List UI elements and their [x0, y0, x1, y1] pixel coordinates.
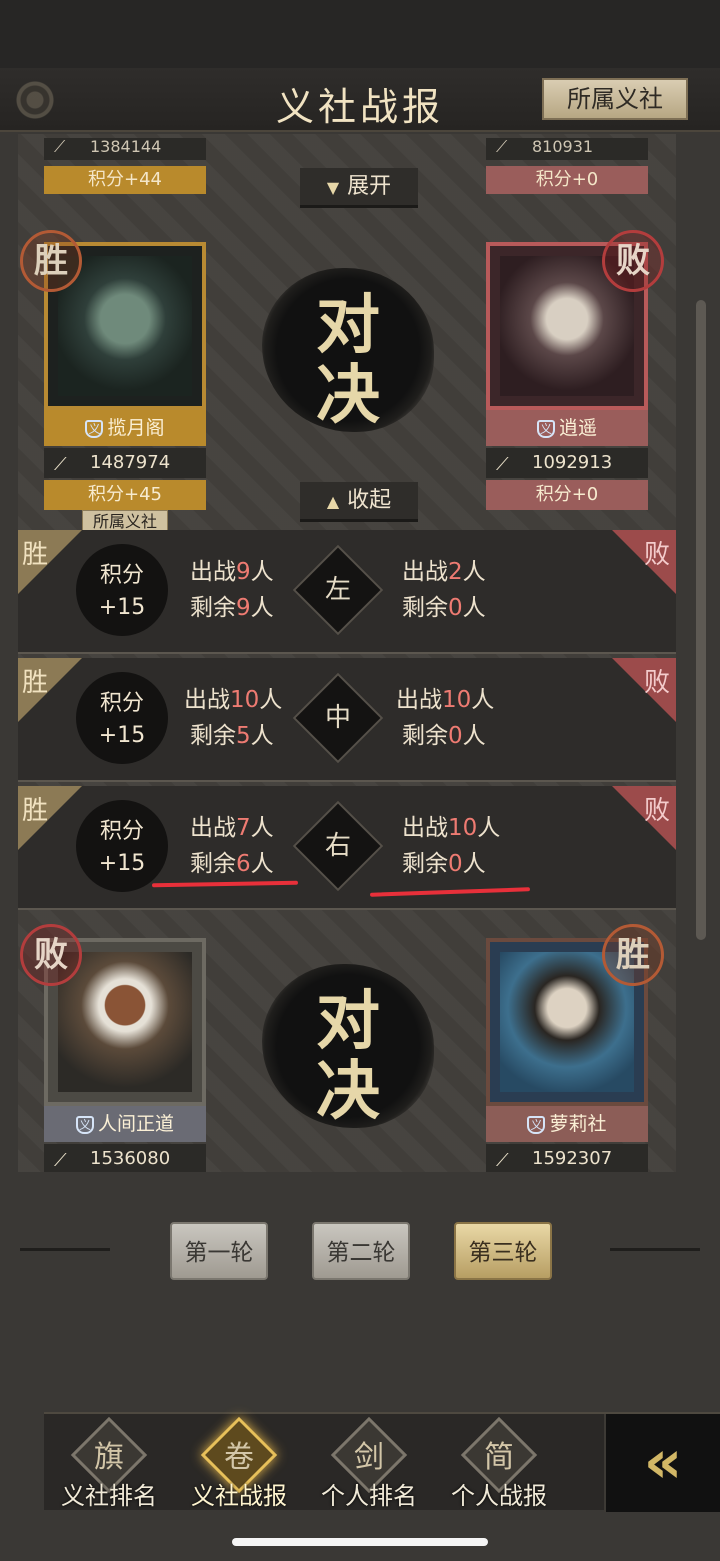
- lane-marker: 左: [292, 544, 384, 636]
- crossed-swords-icon: 剑: [354, 1440, 384, 1475]
- status-bar: [0, 0, 720, 68]
- nav-personal-ranking[interactable]: 剑 个人排名: [304, 1414, 434, 1512]
- battle-report-list[interactable]: ⟋ 1384144 积分+44 ⟋ 810931 积分+0 ▼ 展开 义揽月阁 ⟋ 14…: [18, 134, 676, 1172]
- bottom-navigation: 旗 义社排名 卷 义社战报 剑 个人排名 简 个人战报 «: [44, 1412, 720, 1512]
- lane-result-left: 胜 败 积分 +15 出战9人 剩余9人 左 出战2人 剩余0人: [18, 530, 676, 654]
- prev-left-score: 积分+44: [44, 166, 206, 194]
- left-side-stats: 出战7人 剩余6人: [190, 815, 274, 877]
- double-chevron-left-icon: «: [643, 1427, 683, 1497]
- nav-personal-report[interactable]: 简 个人战报: [434, 1414, 564, 1512]
- lose-stamp: 败: [20, 924, 82, 986]
- right-side-stats: 出战10人 剩余0人: [402, 815, 501, 877]
- guild-power: 1487974: [90, 452, 171, 473]
- nav-guild-report[interactable]: 卷 义社战报: [174, 1414, 304, 1512]
- lane-marker: 中: [292, 672, 384, 764]
- win-stamp: 胜: [602, 924, 664, 986]
- guild-name: 人间正道: [97, 1113, 174, 1135]
- prev-left-power: ⟋ 1384144: [44, 138, 206, 160]
- sword-icon: ⟋: [496, 454, 509, 475]
- prev-right-power: ⟋ 810931: [486, 138, 648, 160]
- guild-name: 逍遥: [558, 417, 597, 439]
- guild-score: 积分+0: [486, 480, 648, 510]
- divider: [20, 1248, 110, 1251]
- sword-icon: ⟋: [54, 137, 66, 156]
- win-stamp: 胜: [20, 230, 82, 292]
- guild-name: 揽月阁: [107, 417, 165, 439]
- score-badge: 积分 +15: [76, 800, 168, 892]
- round-2-button[interactable]: 第二轮: [312, 1222, 410, 1280]
- lane-result-middle: 胜 败 积分 +15 出战10人 剩余5人 中 出战10人 剩余0人: [18, 658, 676, 782]
- lane-marker: 右: [292, 800, 384, 892]
- expand-toggle[interactable]: ▼ 展开: [300, 168, 418, 208]
- scroll-icon: 卷: [224, 1440, 254, 1475]
- bamboo-scroll-icon: 简: [484, 1440, 514, 1475]
- nav-guild-ranking[interactable]: 旗 义社排名: [44, 1414, 174, 1512]
- prev-right-score: 积分+0: [486, 166, 648, 194]
- left-side-stats: 出战9人 剩余9人: [190, 559, 274, 621]
- lose-stamp: 败: [602, 230, 664, 292]
- versus-emblem: 对 决: [262, 956, 434, 1136]
- score-badge: 积分 +15: [76, 672, 168, 764]
- header: 义社战报 所属义社: [0, 68, 720, 132]
- collapse-menu-button[interactable]: «: [604, 1414, 720, 1512]
- triangle-up-icon: ▲: [326, 492, 340, 511]
- round-3-button[interactable]: 第三轮: [454, 1222, 552, 1280]
- shield-icon: 义: [536, 419, 555, 438]
- versus-emblem: 对 决: [262, 260, 434, 440]
- sword-icon: ⟋: [54, 454, 67, 475]
- home-indicator[interactable]: [232, 1538, 488, 1546]
- shield-icon: 义: [85, 419, 104, 438]
- score-badge: 积分 +15: [76, 544, 168, 636]
- right-side-stats: 出战2人 剩余0人: [402, 559, 486, 621]
- my-guild-button[interactable]: 所属义社: [542, 78, 688, 120]
- collapse-toggle[interactable]: ▲ 收起: [300, 482, 418, 522]
- guild-leader-portrait: [58, 952, 192, 1092]
- sword-icon: ⟋: [496, 1150, 509, 1171]
- left-side-stats: 出战10人 剩余5人: [184, 687, 283, 749]
- guild-power: 1592307: [532, 1148, 613, 1169]
- banner-icon: 旗: [94, 1440, 124, 1475]
- lane-result-right: 胜 败 积分 +15 出战7人 剩余6人 右 出战10人 剩余0人: [18, 786, 676, 910]
- guild-name: 萝莉社: [549, 1113, 607, 1135]
- sword-icon: ⟋: [496, 137, 508, 156]
- guild-score: 积分+45: [44, 480, 206, 510]
- scrollbar[interactable]: [696, 300, 706, 940]
- sword-icon: ⟋: [54, 1150, 67, 1171]
- divider: [610, 1248, 700, 1251]
- guild-power: 1536080: [90, 1148, 171, 1169]
- shield-icon: 义: [75, 1115, 94, 1134]
- round-1-button[interactable]: 第一轮: [170, 1222, 268, 1280]
- right-side-stats: 出战10人 剩余0人: [396, 687, 495, 749]
- guild-leader-portrait: [58, 256, 192, 396]
- shield-icon: 义: [527, 1115, 546, 1134]
- triangle-down-icon: ▼: [326, 178, 340, 197]
- guild-power: 1092913: [532, 452, 613, 473]
